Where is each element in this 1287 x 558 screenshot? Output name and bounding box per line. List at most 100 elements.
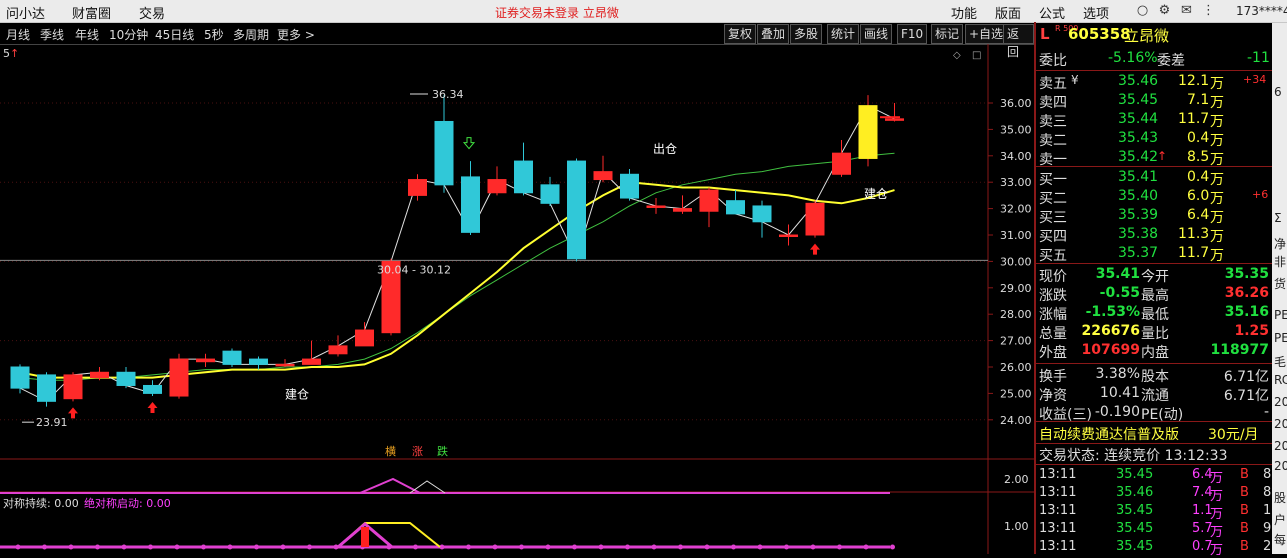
price-axis-label: 36.00 [1000, 97, 1032, 110]
candle[interactable] [567, 158, 586, 262]
candle[interactable] [620, 169, 639, 201]
kline-chart[interactable]: 5 ↑ ◇ □ 36.00 35.00 34.00 33.00 32.00 31.00 30… [0, 44, 1034, 554]
promo-row[interactable]: 自动续费通达信普及版 30元/月 [1036, 424, 1272, 443]
candle[interactable] [832, 139, 851, 177]
period-quarter[interactable]: 季线 [40, 26, 64, 43]
candle[interactable] [885, 103, 904, 122]
candle[interactable] [514, 142, 533, 196]
stat-row[interactable]: 现价 35.41 今开 35.35 [1036, 266, 1272, 285]
stat-row[interactable]: 外盘 107699 内盘 118977 [1036, 342, 1272, 361]
stat2-row[interactable]: 净资 10.41 流通 6.71亿 [1036, 385, 1272, 404]
candle[interactable] [434, 95, 454, 193]
candle[interactable] [487, 166, 507, 196]
expand-icon[interactable]: □ [972, 50, 981, 61]
tool-mark[interactable]: 标记 [931, 24, 964, 44]
period-more[interactable]: 更多 > [277, 26, 315, 43]
menu-wenxiaoda[interactable]: 问小达 [6, 3, 45, 22]
user-icon[interactable]: ○ [1134, 2, 1151, 19]
candle[interactable] [593, 155, 613, 183]
bid-row[interactable]: 买五 35.37 11.7 万 [1036, 245, 1272, 264]
menu-trade[interactable]: 交易 [139, 3, 165, 22]
menu-options[interactable]: 选项 [1083, 3, 1109, 22]
candle[interactable] [302, 340, 321, 365]
build-signal-label-2: 建仓 [864, 187, 888, 201]
ratio-label: 委比 [1039, 53, 1067, 69]
stat-row[interactable]: 涨幅 -1.53% 最低 35.16 [1036, 304, 1272, 323]
ask-change: +34 [1243, 73, 1267, 86]
settings-icon[interactable]: ⚙ [1156, 2, 1173, 19]
candle[interactable] [328, 335, 348, 357]
tool-stats[interactable]: 统计 [827, 24, 860, 44]
bid-row[interactable]: 买一 35.41 0.4 万 [1036, 169, 1272, 188]
candle[interactable] [355, 322, 374, 347]
more-icon[interactable]: ⋮ [1200, 2, 1217, 19]
candle[interactable] [805, 200, 825, 238]
tick-row[interactable]: 13:11 35.45 5.7 万 B 9 [1036, 521, 1272, 540]
tick-row[interactable]: 13:11 35.46 7.4 万 B 8 [1036, 485, 1272, 504]
stat2-row[interactable]: 换手 3.38% 股本 6.71亿 [1036, 366, 1272, 385]
promo-price[interactable]: 30元/月 [1208, 424, 1259, 444]
candle[interactable] [222, 348, 242, 367]
candle[interactable] [646, 198, 666, 214]
candle[interactable] [461, 161, 480, 235]
stat-row[interactable]: 涨跌 -0.55 最高 36.26 [1036, 285, 1272, 304]
stat-row[interactable]: 总量 226676 量比 1.25 [1036, 323, 1272, 342]
candle[interactable] [408, 174, 427, 201]
menu-layout[interactable]: 版面 [995, 3, 1021, 22]
period-45day[interactable]: 45日线 [155, 26, 194, 43]
ask-row[interactable]: 卖一 35.42 8.5 万 ↑ [1036, 149, 1272, 168]
menu-function[interactable]: 功能 [951, 3, 977, 22]
bid-row[interactable]: 买二 35.40 6.0 万 +6 [1036, 188, 1272, 207]
candle-body [63, 374, 83, 400]
bid-row[interactable]: 买四 35.38 11.3 万 [1036, 226, 1272, 245]
ask-row[interactable]: 卖二 35.43 0.4 万 [1036, 130, 1272, 149]
candle[interactable] [143, 380, 162, 397]
login-notice[interactable]: 证券交易未登录 立昂微 [495, 4, 619, 21]
period-month[interactable]: 月线 [6, 26, 30, 43]
tool-multi-stock[interactable]: 多股 [790, 24, 823, 44]
candle[interactable] [726, 190, 745, 215]
candle[interactable] [63, 372, 83, 402]
stock-code: 605358 [1068, 25, 1131, 43]
period-multi[interactable]: 多周期 [233, 26, 269, 43]
sub2-dot [42, 544, 47, 550]
tool-back[interactable]: 返回 [1003, 24, 1034, 59]
candle[interactable] [858, 95, 878, 167]
candle[interactable] [752, 200, 772, 238]
tool-f10[interactable]: F10 [897, 24, 928, 44]
menu-formula[interactable]: 公式 [1039, 3, 1065, 22]
bid-label: 买一 [1039, 172, 1067, 188]
tool-draw[interactable]: 画线 [860, 24, 893, 44]
tick-row[interactable]: 13:11 35.45 6.4 万 B 8 [1036, 467, 1272, 486]
bid-price: 35.38 [1118, 226, 1159, 242]
promo-text[interactable]: 自动续费通达信普及版 [1039, 424, 1179, 444]
tag-die: 跌 [437, 444, 448, 458]
sub2-dot [598, 544, 604, 550]
candle[interactable] [699, 187, 719, 228]
ask-row[interactable]: 卖三 35.44 11.7 万 [1036, 111, 1272, 130]
candle[interactable] [116, 367, 136, 389]
diamond-icon[interactable]: ◇ [953, 50, 961, 61]
period-10min[interactable]: 10分钟 [109, 26, 148, 43]
tick-row[interactable]: 13:11 35.45 1.1 万 B 1 [1036, 503, 1272, 522]
user-account[interactable]: 173****42 [1236, 4, 1287, 18]
ask-row[interactable]: 卖五 ¥35.46 12.1 万 +34 [1036, 73, 1272, 92]
tool-overlay[interactable]: 叠加 [757, 24, 790, 44]
candle[interactable] [196, 353, 215, 367]
ask-row[interactable]: 卖四 35.45 7.1 万 [1036, 92, 1272, 111]
stat2-row[interactable]: 收益(三) -0.190 PE(动) - [1036, 404, 1272, 423]
tool-add-watch[interactable]: +自选 [965, 24, 1008, 44]
tool-adjust[interactable]: 复权 [724, 24, 757, 44]
menu-caifuquan[interactable]: 财富圈 [72, 3, 111, 22]
candle[interactable] [249, 356, 268, 370]
mail-icon[interactable]: ✉ [1178, 2, 1195, 19]
candle[interactable] [37, 372, 56, 407]
candle[interactable] [540, 176, 560, 206]
tick-row[interactable]: 13:11 35.45 0.7 万 B 2 [1036, 539, 1272, 558]
candle[interactable] [10, 364, 30, 394]
bid-row[interactable]: 买三 35.39 6.4 万 [1036, 207, 1272, 226]
period-year[interactable]: 年线 [75, 26, 99, 43]
candle[interactable] [169, 353, 189, 399]
period-5sec[interactable]: 5秒 [204, 26, 224, 43]
edge-text: 非 [1274, 255, 1287, 269]
